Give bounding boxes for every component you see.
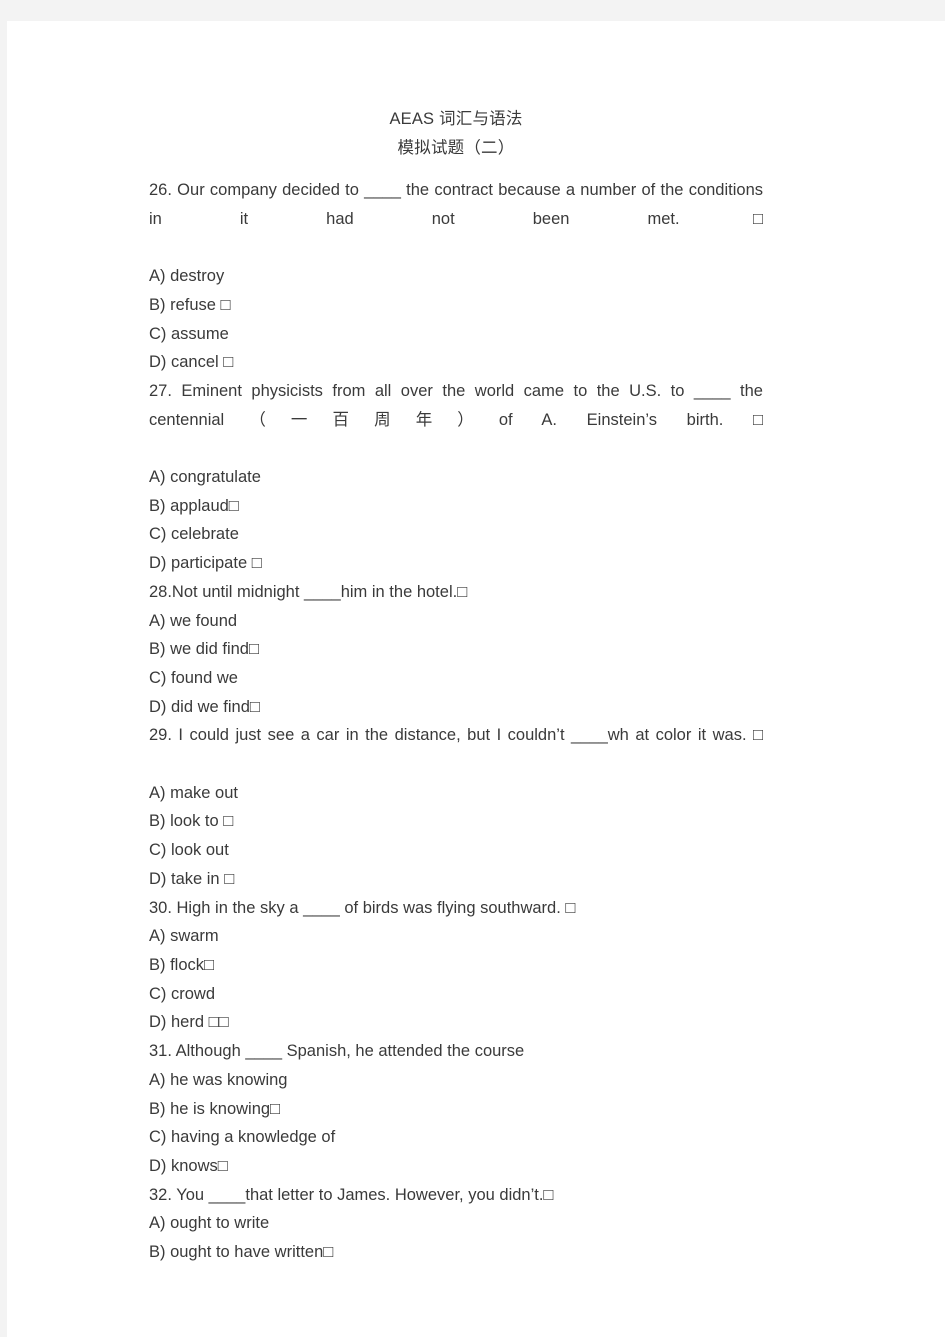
question-27-option-c[interactable]: C) celebrate	[149, 520, 763, 549]
question-26-option-d[interactable]: D) cancel □	[149, 348, 763, 377]
title-line-sub: 模拟试题（二）	[397, 138, 515, 157]
question-30-option-a[interactable]: A) swarm	[149, 922, 763, 951]
question-26-option-b[interactable]: B) refuse □	[149, 291, 763, 320]
document-title: AEAS 词汇与语法 模拟试题（二）	[149, 105, 763, 162]
question-stem-27: 27. Eminent physicists from all over the…	[149, 381, 768, 429]
question-31-option-a[interactable]: A) he was knowing	[149, 1066, 763, 1095]
question-stem-30: 30. High in the sky a ____ of birds was …	[149, 898, 576, 917]
document-content: AEAS 词汇与语法 模拟试题（二） 26. Our company decid…	[149, 105, 763, 1267]
question-32-option-a[interactable]: A) ought to write	[149, 1209, 763, 1238]
question-stem-31: 31. Although ____ Spanish, he attended t…	[149, 1042, 525, 1061]
question-28-option-b[interactable]: B) we did find□	[149, 635, 763, 664]
question-29-option-d[interactable]: D) take in □	[149, 865, 763, 894]
question-30-option-d[interactable]: D) herd □□	[149, 1008, 763, 1037]
question-stem-29: 29. I could just see a car in the distan…	[149, 726, 763, 745]
question-stem-26: 26. Our company decided to ____ the cont…	[149, 181, 768, 228]
question-stem-28: 28.Not until midnight ____him in the hot…	[149, 582, 468, 601]
question-29-option-a[interactable]: A) make out	[149, 779, 763, 808]
question-29-option-c[interactable]: C) look out	[149, 836, 763, 865]
question-28-option-a[interactable]: A) we found	[149, 607, 763, 636]
question-30-option-c[interactable]: C) crowd	[149, 980, 763, 1009]
question-31-option-c[interactable]: C) having a knowledge of	[149, 1123, 763, 1152]
question-stem-32: 32. You ____that letter to James. Howeve…	[149, 1185, 554, 1204]
question-30-option-b[interactable]: B) flock□	[149, 951, 763, 980]
question-28-option-c[interactable]: C) found we	[149, 664, 763, 693]
question-26-option-c[interactable]: C) assume	[149, 320, 763, 349]
question-27-option-a[interactable]: A) congratulate	[149, 463, 763, 492]
question-31-option-d[interactable]: D) knows□	[149, 1152, 763, 1181]
question-26-option-a[interactable]: A) destroy	[149, 262, 763, 291]
title-line-main: AEAS 词汇与语法	[389, 110, 523, 128]
question-29-option-b[interactable]: B) look to □	[149, 807, 763, 836]
question-31-option-b[interactable]: B) he is knowing□	[149, 1095, 763, 1124]
question-28-option-d[interactable]: D) did we find□	[149, 693, 763, 722]
question-27-option-b[interactable]: B) applaud□	[149, 492, 763, 521]
document-page: AEAS 词汇与语法 模拟试题（二） 26. Our company decid…	[7, 21, 945, 1337]
question-27-option-d[interactable]: D) participate □	[149, 549, 763, 578]
question-32-option-b[interactable]: B) ought to have written□	[149, 1238, 763, 1267]
